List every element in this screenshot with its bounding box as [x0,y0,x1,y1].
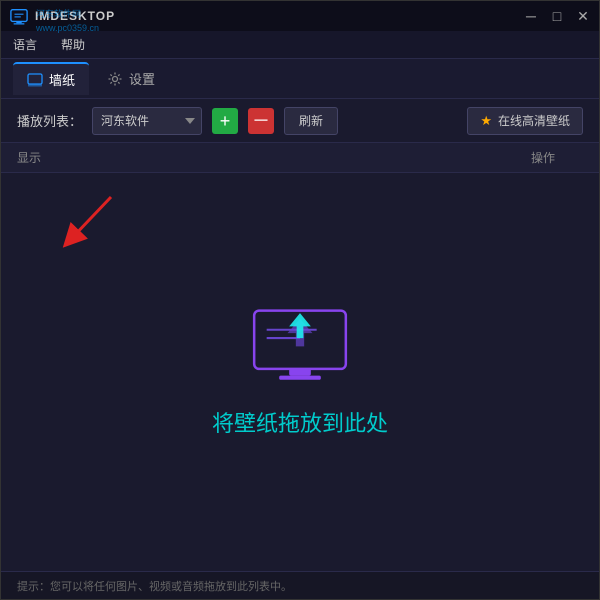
status-bar: 提示：您可以将任何图片、视频或音频拖放到此列表中。 [1,571,599,599]
window-controls: ─ □ ✕ [523,8,591,24]
col-action-header: 操作 [503,149,583,166]
refresh-button[interactable]: 刷新 [284,107,338,135]
wallpaper-tab-icon [27,72,43,88]
maximize-button[interactable]: □ [549,8,565,24]
col-display-header: 显示 [17,149,503,166]
arrow-container [56,187,126,262]
drop-text: 将壁纸拖放到此处 [212,406,388,438]
status-text: 提示：您可以将任何图片、视频或音频拖放到此列表中。 [17,578,292,594]
app-title: IMDESKTOP [35,9,115,23]
main-window: IMDESKTOP 河东软件网 www.pc0359.cn ─ □ ✕ 语言 帮… [0,0,600,600]
remove-playlist-button[interactable]: － [248,108,274,134]
arrow-icon [56,187,126,257]
playlist-toolbar: 播放列表： 河东软件 + － 刷新 ★ 在线高清壁纸 [1,99,599,143]
tab-wallpaper-label: 墙纸 [49,70,75,89]
drop-zone[interactable]: 将壁纸拖放到此处 [1,173,599,571]
table-header: 显示 操作 [1,143,599,173]
main-content: 播放列表： 河东软件 + － 刷新 ★ 在线高清壁纸 显示 操作 [1,99,599,571]
online-wallpaper-label: 在线高清壁纸 [498,112,570,129]
tab-bar: 墙纸 设置 [1,59,599,99]
tab-settings-label: 设置 [129,69,155,88]
minimize-button[interactable]: ─ [523,8,539,24]
online-wallpaper-button[interactable]: ★ 在线高清壁纸 [467,107,583,135]
playlist-select[interactable]: 河东软件 [92,107,202,135]
title-bar-left: IMDESKTOP [9,6,115,26]
add-playlist-button[interactable]: + [212,108,238,134]
menu-bar: 语言 帮助 [1,31,599,59]
tab-wallpaper[interactable]: 墙纸 [13,62,89,95]
app-logo [9,6,29,26]
star-icon: ★ [480,113,492,129]
title-bar: IMDESKTOP 河东软件网 www.pc0359.cn ─ □ ✕ [1,1,599,31]
tab-settings[interactable]: 设置 [93,63,169,94]
menu-help[interactable]: 帮助 [57,34,89,55]
drop-monitor-icon [250,306,350,386]
close-button[interactable]: ✕ [575,8,591,24]
menu-language[interactable]: 语言 [9,34,41,55]
settings-tab-icon [107,71,123,87]
playlist-label: 播放列表： [17,111,82,130]
